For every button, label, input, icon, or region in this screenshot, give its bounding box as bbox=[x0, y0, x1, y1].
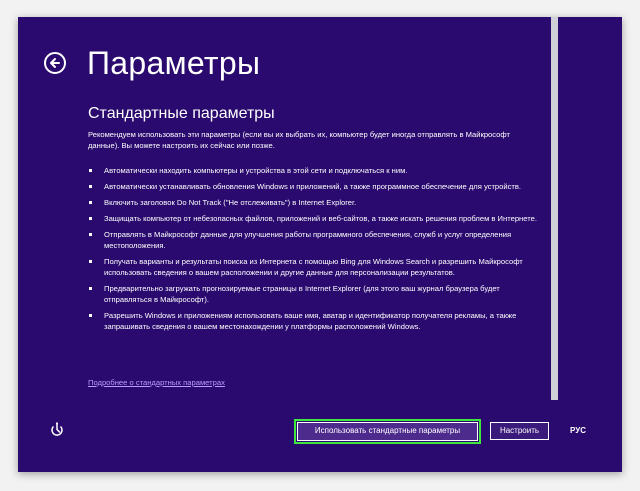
bullet-icon bbox=[89, 287, 92, 290]
bullet-icon bbox=[89, 169, 92, 172]
settings-list: Автоматически находить компьютеры и устр… bbox=[88, 165, 548, 337]
list-item: Включить заголовок Do Not Track ("Не отс… bbox=[88, 197, 548, 208]
list-item: Разрешить Windows и приложениям использо… bbox=[88, 310, 548, 332]
bullet-icon bbox=[89, 185, 92, 188]
bullet-icon bbox=[89, 233, 92, 236]
ease-of-access-icon[interactable] bbox=[50, 421, 64, 436]
language-indicator[interactable]: РУС bbox=[570, 426, 586, 435]
list-item-text: Защищать компьютер от небезопасных файло… bbox=[104, 214, 537, 223]
list-item-text: Разрешить Windows и приложениям использо… bbox=[104, 311, 517, 331]
section-title: Стандартные параметры bbox=[88, 105, 275, 122]
scrollbar[interactable] bbox=[551, 17, 558, 400]
window-frame: Параметры Стандартные параметры Рекоменд… bbox=[0, 0, 640, 491]
list-item: Предварительно загружать прогнозируемые … bbox=[88, 283, 548, 305]
intro-text: Рекомендуем использовать эти параметры (… bbox=[88, 130, 510, 150]
use-express-settings-button[interactable]: Использовать стандартные параметры bbox=[294, 419, 481, 444]
list-item-text: Автоматически находить компьютеры и устр… bbox=[104, 166, 408, 175]
back-arrow-icon[interactable] bbox=[44, 52, 66, 74]
list-item: Получать варианты и результаты поиска из… bbox=[88, 256, 548, 278]
bullet-icon bbox=[89, 314, 92, 317]
bullet-icon bbox=[89, 260, 92, 263]
list-item-text: Автоматически устанавливать обновления W… bbox=[104, 182, 522, 191]
scrollbar-thumb[interactable] bbox=[551, 17, 558, 400]
list-item: Отправлять в Майкрософт данные для улучш… bbox=[88, 229, 548, 251]
oobe-settings-screen: Параметры Стандартные параметры Рекоменд… bbox=[18, 17, 622, 472]
learn-more-link[interactable]: Подробнее о стандартных параметрах bbox=[88, 378, 225, 387]
list-item: Автоматически находить компьютеры и устр… bbox=[88, 165, 548, 176]
customize-button[interactable]: Настроить bbox=[490, 422, 549, 440]
list-item-text: Отправлять в Майкрософт данные для улучш… bbox=[104, 230, 512, 250]
list-item-text: Предварительно загружать прогнозируемые … bbox=[104, 284, 500, 304]
list-item: Защищать компьютер от небезопасных файло… bbox=[88, 213, 548, 224]
page-title: Параметры bbox=[87, 45, 261, 81]
bullet-icon bbox=[89, 217, 92, 220]
bullet-icon bbox=[89, 201, 92, 204]
list-item-text: Включить заголовок Do Not Track ("Не отс… bbox=[104, 198, 357, 207]
list-item-text: Получать варианты и результаты поиска из… bbox=[104, 257, 523, 277]
list-item: Автоматически устанавливать обновления W… bbox=[88, 181, 548, 192]
